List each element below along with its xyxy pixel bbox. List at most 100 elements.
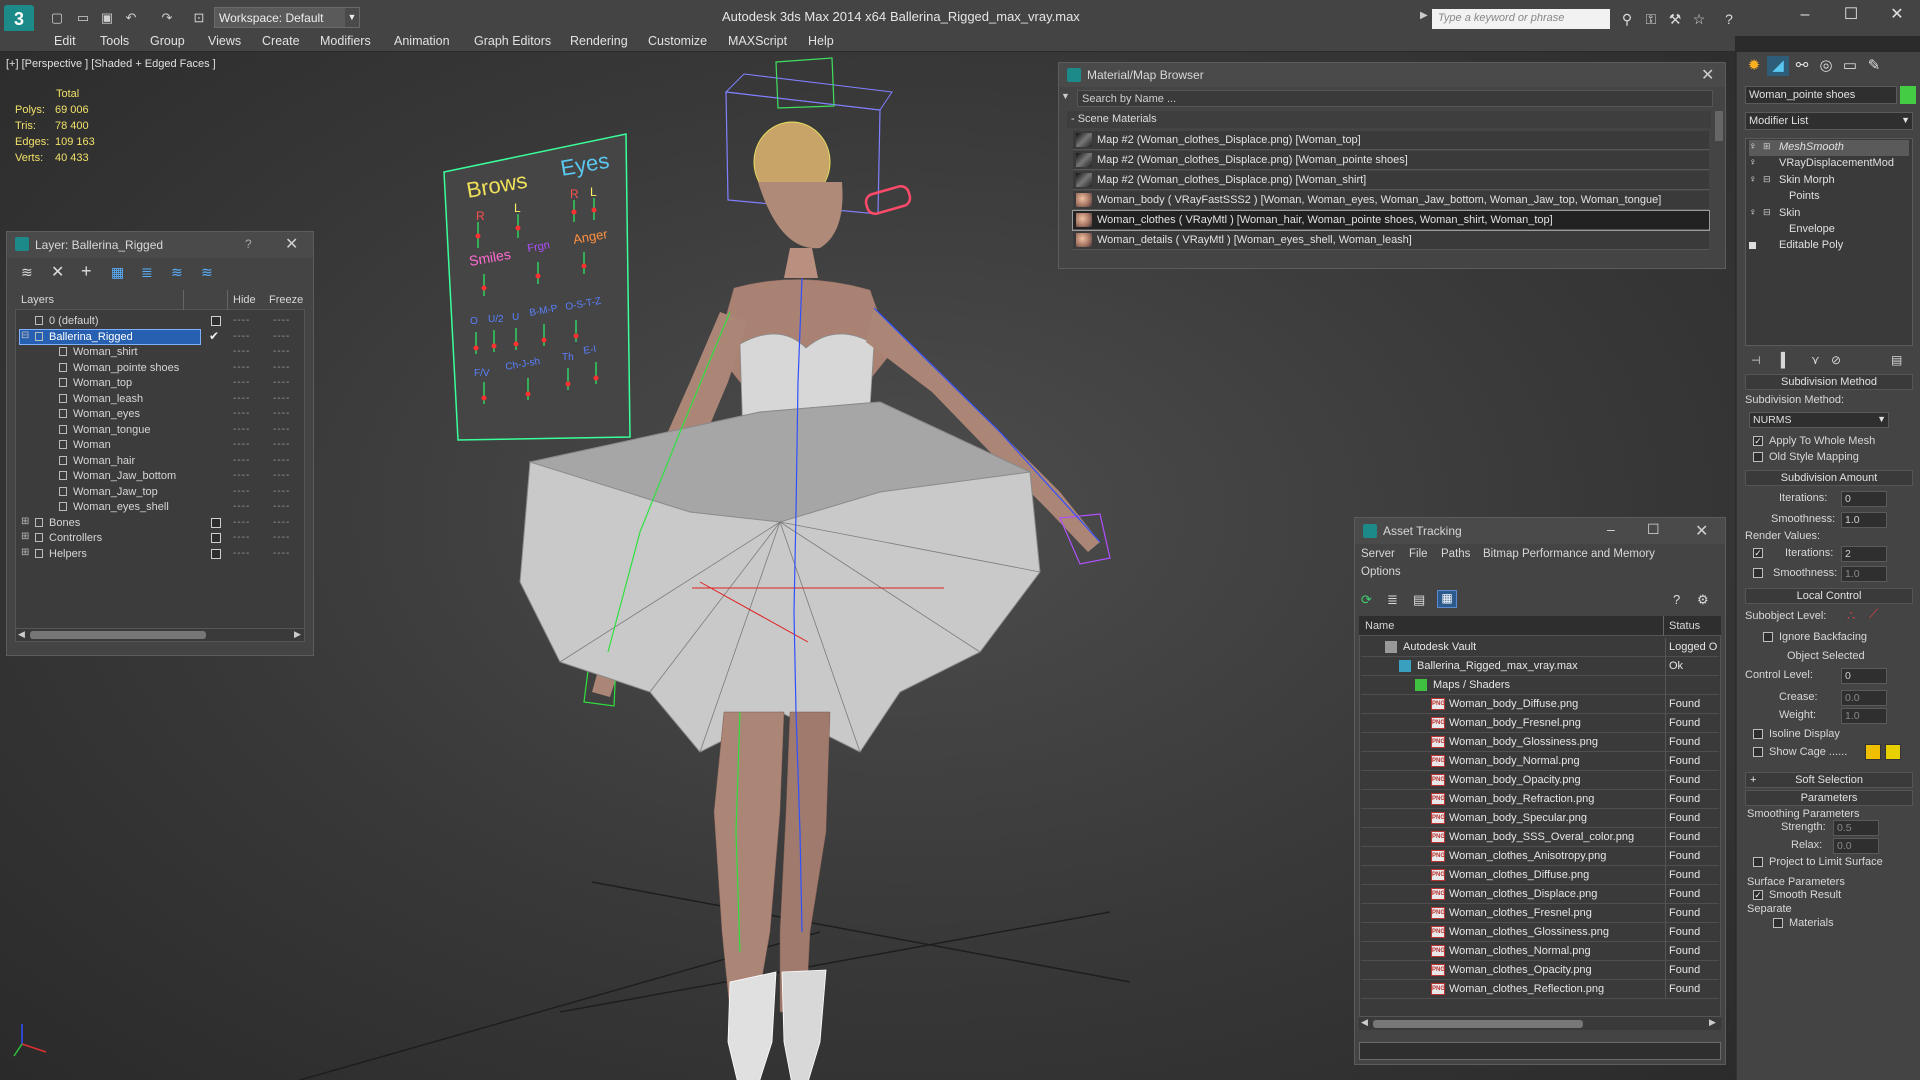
iterations-spinner[interactable]: 0 xyxy=(1841,491,1887,507)
options-dropdown-icon[interactable]: ▼ xyxy=(1061,91,1073,105)
parameters-rollout[interactable]: Parameters xyxy=(1745,790,1913,806)
display-tab-icon[interactable]: ▭ xyxy=(1839,56,1861,76)
asset-row[interactable]: PNG Woman_body_Fresnel.png Found xyxy=(1361,714,1719,733)
minimize-icon[interactable]: – xyxy=(1607,521,1615,537)
freeze-toggle[interactable]: ---- xyxy=(273,377,290,388)
menu-animation[interactable]: Animation xyxy=(394,34,450,48)
asset-row[interactable]: Autodesk Vault Logged O xyxy=(1361,638,1719,657)
hide-toggle[interactable]: ---- xyxy=(233,532,250,543)
asset-row[interactable]: PNG Woman_body_Refraction.png Found xyxy=(1361,790,1719,809)
expand-icon[interactable]: ⊞ xyxy=(21,516,29,527)
weight-spinner[interactable]: 1.0 xyxy=(1841,708,1887,724)
render-iterations-checkbox[interactable]: ✓ xyxy=(1753,548,1763,558)
menu-file[interactable]: File xyxy=(1409,548,1428,560)
freeze-toggle[interactable]: ---- xyxy=(273,346,290,357)
create-tab-icon[interactable]: ✹ xyxy=(1743,56,1765,76)
new-file-icon[interactable]: ▢ xyxy=(48,9,66,27)
modifier-stack-item[interactable]: ♀ ⊟ Skin xyxy=(1749,206,1909,222)
hide-toggle[interactable]: ---- xyxy=(233,393,250,404)
col-layers[interactable]: Layers xyxy=(21,294,54,306)
search-expand-icon[interactable]: ▶ xyxy=(1420,10,1430,28)
strength-spinner[interactable]: 0.5 xyxy=(1833,820,1879,836)
hide-toggle[interactable]: ---- xyxy=(233,331,250,342)
asset-path-field[interactable] xyxy=(1359,1042,1721,1060)
hide-toggle[interactable]: ---- xyxy=(233,346,250,357)
modifier-list-dropdown[interactable]: Modifier List ▼ xyxy=(1745,112,1913,130)
freeze-toggle[interactable]: ---- xyxy=(273,393,290,404)
show-cage-checkbox[interactable] xyxy=(1753,747,1763,757)
freeze-toggle[interactable]: ---- xyxy=(273,424,290,435)
col-hide[interactable]: Hide xyxy=(233,294,256,306)
hide-checkbox[interactable] xyxy=(211,548,221,559)
material-row[interactable]: Woman_clothes ( VRayMtl ) [Woman_hair, W… xyxy=(1072,210,1710,231)
asset-row[interactable]: PNG Woman_clothes_Reflection.png Found xyxy=(1361,980,1719,999)
hide-toggle[interactable]: ---- xyxy=(233,424,250,435)
asset-row[interactable]: PNG Woman_body_SSS_Overal_color.png Found xyxy=(1361,828,1719,847)
close-icon[interactable]: ✕ xyxy=(1882,4,1912,26)
menu-graph-editors[interactable]: Graph Editors xyxy=(474,34,551,48)
utilities-tab-icon[interactable]: ✎ xyxy=(1863,56,1885,76)
asset-row[interactable]: PNG Woman_body_Normal.png Found xyxy=(1361,752,1719,771)
save-icon[interactable]: ▣ xyxy=(98,9,116,27)
ignore-backfacing-checkbox[interactable] xyxy=(1763,632,1773,642)
light-bulb-icon[interactable]: ♀ xyxy=(1749,141,1757,152)
scroll-left-icon[interactable]: ◀ xyxy=(1361,1017,1368,1028)
delete-layer-icon[interactable]: ✕ xyxy=(51,262,64,282)
layer-row[interactable]: ⊞ Helpers ---- ---- xyxy=(19,545,305,564)
menu-create[interactable]: Create xyxy=(262,34,300,48)
col-status[interactable]: Status xyxy=(1669,620,1700,632)
binoculars-icon[interactable]: ⚲ xyxy=(1618,10,1636,28)
favorites-star-icon[interactable]: ☆ xyxy=(1690,10,1708,28)
layer-panel-titlebar[interactable]: Layer: Ballerina_Rigged ? ✕ xyxy=(7,232,313,258)
menu-paths[interactable]: Paths xyxy=(1441,548,1470,560)
menu-modifiers[interactable]: Modifiers xyxy=(320,34,371,48)
menu-bitmap-performance[interactable]: Bitmap Performance and Memory xyxy=(1483,548,1655,560)
asset-hscrollbar[interactable]: ◀ ▶ xyxy=(1359,1016,1721,1030)
isoline-display-checkbox[interactable] xyxy=(1753,729,1763,739)
menu-group[interactable]: Group xyxy=(150,34,185,48)
freeze-all-icon[interactable]: ≋ xyxy=(201,264,213,281)
pin-stack-icon[interactable]: ⊣ xyxy=(1751,354,1761,367)
modify-tab-icon[interactable]: ◢ xyxy=(1767,56,1789,76)
render-iterations-spinner[interactable]: 2 xyxy=(1841,546,1887,562)
asset-row[interactable]: PNG Woman_clothes_Displace.png Found xyxy=(1361,885,1719,904)
help-icon[interactable]: ? xyxy=(1720,10,1738,28)
freeze-toggle[interactable]: ---- xyxy=(273,362,290,373)
workspace-dropdown[interactable]: Workspace: Default ▼ xyxy=(214,7,360,28)
freeze-toggle[interactable]: ---- xyxy=(273,548,290,559)
hierarchy-tab-icon[interactable]: ⚯ xyxy=(1791,56,1813,76)
list-view-icon[interactable]: ≣ xyxy=(1387,592,1398,608)
hide-toggle[interactable]: ---- xyxy=(233,362,250,373)
modifier-stack-item[interactable]: Editable Poly xyxy=(1749,238,1909,254)
hide-checkbox[interactable] xyxy=(211,533,221,543)
object-name-field[interactable]: Woman_pointe shoes xyxy=(1745,86,1897,104)
close-icon[interactable]: ✕ xyxy=(1695,521,1708,541)
menu-views[interactable]: Views xyxy=(208,34,241,48)
hide-toggle[interactable]: ---- xyxy=(233,377,250,388)
scroll-thumb[interactable] xyxy=(30,631,206,639)
apply-whole-mesh-checkbox[interactable]: ✓ xyxy=(1753,436,1763,446)
material-row[interactable]: Map #2 (Woman_clothes_Displace.png) [Wom… xyxy=(1073,171,1709,190)
scroll-left-icon[interactable]: ◀ xyxy=(18,629,25,640)
hide-toggle[interactable]: ---- xyxy=(233,548,250,559)
expand-icon[interactable]: ⊞ xyxy=(21,531,29,542)
motion-tab-icon[interactable]: ◎ xyxy=(1815,56,1837,76)
freeze-toggle[interactable]: ---- xyxy=(273,517,290,528)
project-folder-icon[interactable]: ⊡ xyxy=(190,9,208,27)
remove-modifier-icon[interactable]: ⊘ xyxy=(1831,353,1841,367)
menu-rendering[interactable]: Rendering xyxy=(570,34,628,48)
hide-toggle[interactable]: ---- xyxy=(233,315,250,326)
communication-icon[interactable]: ⚒ xyxy=(1666,10,1684,28)
material-row[interactable]: Woman_details ( VRayMtl ) [Woman_eyes_sh… xyxy=(1073,231,1709,250)
smooth-result-checkbox[interactable]: ✓ xyxy=(1753,890,1763,900)
freeze-toggle[interactable]: ---- xyxy=(273,331,290,342)
modifier-stack-item[interactable]: ♀ ⊟ Skin Morph xyxy=(1749,173,1909,189)
freeze-toggle[interactable]: ---- xyxy=(273,470,290,481)
freeze-toggle[interactable]: ---- xyxy=(273,532,290,543)
asset-row[interactable]: PNG Woman_body_Opacity.png Found xyxy=(1361,771,1719,790)
scroll-right-icon[interactable]: ▶ xyxy=(294,629,301,640)
materials-checkbox[interactable] xyxy=(1773,918,1783,928)
object-color-swatch[interactable] xyxy=(1900,86,1916,104)
freeze-toggle[interactable]: ---- xyxy=(273,486,290,497)
smoothness-spinner[interactable]: 1.0 xyxy=(1841,512,1887,528)
